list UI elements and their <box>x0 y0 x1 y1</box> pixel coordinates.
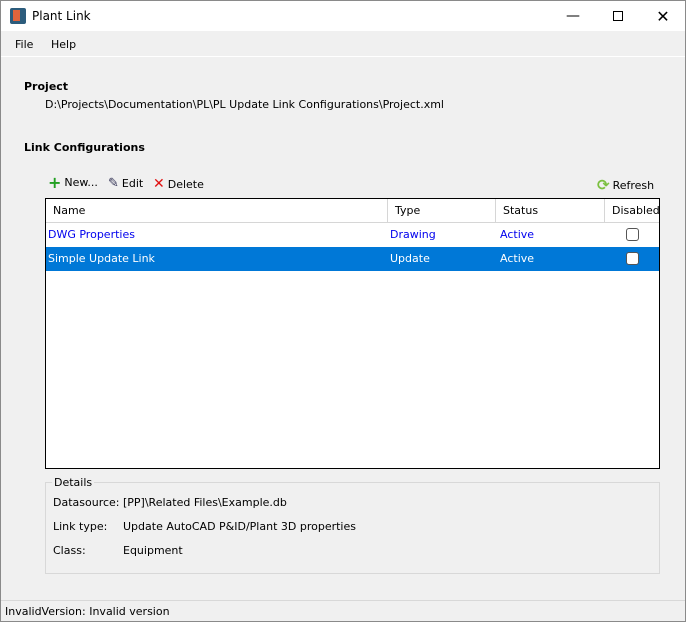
datasource-label: Datasource: <box>53 496 120 509</box>
class-value: Equipment <box>123 544 183 557</box>
menu-bar: File Help <box>1 31 685 57</box>
close-icon: ✕ <box>656 6 670 26</box>
maximize-icon <box>613 11 623 21</box>
edit-button[interactable]: ✎ Edit <box>108 176 143 191</box>
plus-icon: + <box>48 172 62 192</box>
column-header-disabled[interactable]: Disabled <box>605 199 660 223</box>
refresh-icon: ⟳ <box>597 176 610 194</box>
delete-button[interactable]: ✕ Delete <box>153 176 204 192</box>
project-heading: Project <box>24 80 69 93</box>
disabled-checkbox[interactable] <box>626 252 639 265</box>
status-bar: InvalidVersion: Invalid version <box>1 600 685 622</box>
minimize-icon: — <box>566 8 580 24</box>
details-heading: Details <box>52 476 95 489</box>
class-label: Class: <box>53 544 86 557</box>
column-header-type[interactable]: Type <box>388 199 496 223</box>
column-header-name[interactable]: Name <box>46 199 388 223</box>
maximize-button[interactable] <box>595 1 641 31</box>
status-text: InvalidVersion: Invalid version <box>5 605 170 618</box>
column-header-status[interactable]: Status <box>496 199 605 223</box>
minimize-button[interactable]: — <box>550 1 596 31</box>
refresh-button[interactable]: ⟳ Refresh <box>597 176 654 194</box>
new-button[interactable]: + New... <box>48 172 98 192</box>
title-bar: Plant Link — ✕ <box>1 1 685 31</box>
cell-status: Active <box>500 252 535 265</box>
cell-name: Simple Update Link <box>48 252 155 265</box>
app-icon <box>10 8 26 24</box>
link-configurations-heading: Link Configurations <box>24 141 145 154</box>
disabled-checkbox[interactable] <box>626 228 639 241</box>
project-path: D:\Projects\Documentation\PL\PL Update L… <box>45 98 444 111</box>
table-row[interactable]: DWG Properties Drawing Active <box>46 223 659 247</box>
app-window: Plant Link — ✕ File Help Project D:\Proj… <box>0 0 686 622</box>
link-type-label: Link type: <box>53 520 108 533</box>
cell-name: DWG Properties <box>48 228 135 241</box>
menu-file[interactable]: File <box>15 38 33 51</box>
link-type-value: Update AutoCAD P&ID/Plant 3D properties <box>123 520 356 533</box>
table-header: Name Type Status Disabled <box>46 199 660 223</box>
table-row-selected[interactable]: Simple Update Link Update Active <box>46 247 659 271</box>
cell-type: Update <box>390 252 430 265</box>
window-title: Plant Link <box>32 9 91 23</box>
link-configurations-table[interactable]: Name Type Status Disabled DWG Properties… <box>45 198 660 469</box>
menu-help[interactable]: Help <box>51 38 76 51</box>
close-button[interactable]: ✕ <box>640 1 686 31</box>
delete-x-icon: ✕ <box>153 176 165 192</box>
details-group: Details Datasource: [PP]\Related Files\E… <box>45 476 660 574</box>
datasource-value: [PP]\Related Files\Example.db <box>123 496 287 509</box>
cell-type: Drawing <box>390 228 436 241</box>
cell-status: Active <box>500 228 535 241</box>
pencil-icon: ✎ <box>108 176 119 191</box>
